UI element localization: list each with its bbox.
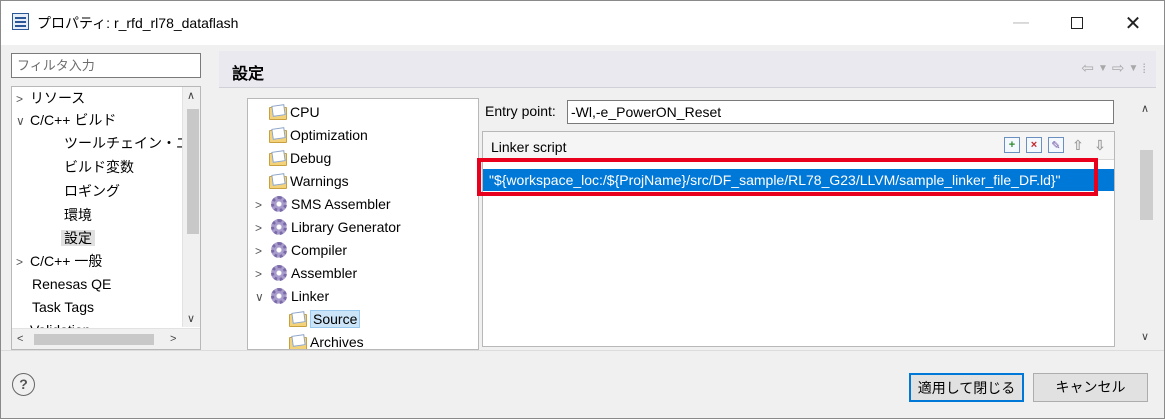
list-toolbar: + × ✎ ⇧ ⇩ [1004, 137, 1108, 153]
delete-icon[interactable]: × [1026, 137, 1042, 153]
linker-script-list: Linker script + × ✎ ⇧ ⇩ "${workspace_loc… [482, 131, 1115, 347]
move-down-icon[interactable]: ⇩ [1092, 137, 1108, 153]
gear-icon [271, 242, 287, 258]
tool-item-linker[interactable]: ∨ Linker [255, 285, 329, 308]
gear-icon [271, 219, 287, 235]
linker-script-label: Linker script [491, 139, 567, 155]
expand-icon[interactable]: > [255, 194, 271, 217]
cancel-button[interactable]: キャンセル [1033, 373, 1148, 402]
expand-icon[interactable]: > [255, 240, 271, 263]
maximize-button[interactable] [1054, 1, 1100, 45]
minimize-button[interactable]: — [998, 1, 1044, 45]
scroll-right-icon[interactable]: > [170, 333, 176, 345]
tree-item-resource[interactable]: > リソース [16, 87, 85, 109]
entry-point-label: Entry point: [485, 103, 556, 119]
folder-icon [269, 128, 287, 143]
tool-item-library-generator[interactable]: > Library Generator [255, 216, 401, 239]
tool-settings-tree: CPU Optimization Debug Warnings > SMS Ass… [247, 98, 479, 350]
scrollbar-thumb[interactable] [1140, 150, 1153, 220]
tree-item-settings[interactable]: 設定 [61, 227, 95, 249]
tool-item-optimization[interactable]: Optimization [269, 124, 368, 147]
scroll-down-icon[interactable]: ∨ [187, 312, 195, 325]
tool-item-linker-source[interactable]: Source [289, 308, 361, 331]
settings-header: 設定 ⇦ ▼ ⇨ ▼ ⁞ [219, 51, 1156, 88]
content-vertical-scrollbar[interactable]: ∧ ∨ [1137, 98, 1156, 350]
tool-item-compiler[interactable]: > Compiler [255, 239, 347, 262]
tool-item-cpu[interactable]: CPU [269, 101, 320, 124]
settings-content: CPU Optimization Debug Warnings > SMS Ass… [219, 88, 1156, 350]
back-menu-chevron-icon[interactable]: ▼ [1098, 63, 1108, 74]
collapse-icon[interactable]: ∨ [255, 286, 271, 309]
expand-icon[interactable]: > [16, 88, 30, 110]
navigation-buttons: ⇦ ▼ ⇨ ▼ ⁞ [1081, 59, 1145, 77]
gear-icon [271, 265, 287, 281]
folder-icon [269, 151, 287, 166]
tool-item-sms-assembler[interactable]: > SMS Assembler [255, 193, 391, 216]
folder-icon [289, 335, 307, 349]
filter-input[interactable] [11, 53, 201, 78]
scrollbar-thumb[interactable] [187, 109, 199, 234]
dialog-footer: ? 適用して閉じる キャンセル [1, 350, 1164, 418]
tree-item-environment[interactable]: 環境 [64, 204, 92, 226]
scroll-down-icon[interactable]: ∨ [1141, 330, 1149, 343]
folder-icon [289, 312, 307, 327]
close-button[interactable]: ✕ [1110, 1, 1156, 45]
expand-icon[interactable]: > [255, 217, 271, 240]
tool-item-warnings[interactable]: Warnings [269, 170, 349, 193]
forward-menu-chevron-icon[interactable]: ▼ [1128, 63, 1138, 74]
forward-arrow-icon[interactable]: ⇨ [1112, 59, 1125, 77]
properties-dialog: プロパティ: r_rfd_rl78_dataflash — ✕ >リソース ∨C… [0, 0, 1165, 419]
gear-icon [271, 288, 287, 304]
scroll-left-icon[interactable]: < [17, 333, 23, 345]
tree-item-cpp-general[interactable]: > C/C++ 一般 [16, 250, 102, 272]
property-category-tree: >リソース ∨C/C++ ビルド ツールチェイン・エディ ビルド変数 ロギング … [11, 86, 201, 350]
linker-script-header: Linker script + × ✎ ⇧ ⇩ [483, 132, 1114, 160]
linker-script-path-row[interactable]: "${workspace_loc:/${ProjName}/src/DF_sam… [483, 169, 1114, 191]
back-arrow-icon[interactable]: ⇦ [1081, 59, 1094, 77]
tool-item-assembler[interactable]: > Assembler [255, 262, 357, 285]
tree-item-logging[interactable]: ロギング [64, 180, 120, 202]
scroll-up-icon[interactable]: ∧ [1141, 102, 1149, 115]
properties-icon [12, 13, 29, 30]
page-title: 設定 [232, 66, 265, 83]
tool-item-debug[interactable]: Debug [269, 147, 331, 170]
add-icon[interactable]: + [1004, 137, 1020, 153]
scrollbar-thumb[interactable] [34, 334, 154, 345]
entry-point-input[interactable] [567, 100, 1114, 124]
folder-icon [269, 174, 287, 189]
folder-icon [269, 105, 287, 120]
gear-icon [271, 196, 287, 212]
tool-item-linker-archives[interactable]: Archives [289, 331, 364, 349]
title-bar: プロパティ: r_rfd_rl78_dataflash — ✕ [1, 1, 1164, 45]
view-menu-icon[interactable]: ⁞ [1142, 61, 1145, 76]
scroll-up-icon[interactable]: ∧ [187, 89, 195, 102]
tree-item-renesas-qe[interactable]: Renesas QE [32, 273, 111, 295]
window-title: プロパティ: r_rfd_rl78_dataflash [37, 15, 239, 31]
apply-and-close-button[interactable]: 適用して閉じる [909, 373, 1024, 402]
expand-icon[interactable]: > [16, 251, 30, 273]
tree-item-task-tags[interactable]: Task Tags [32, 296, 94, 318]
maximize-icon [1071, 17, 1083, 29]
tree-horizontal-scrollbar[interactable]: < > [12, 328, 200, 349]
collapse-icon[interactable]: ∨ [16, 110, 30, 132]
tree-item-cpp-build[interactable]: ∨ C/C++ ビルド [16, 109, 116, 131]
help-icon[interactable]: ? [12, 373, 35, 396]
tree-vertical-scrollbar[interactable]: ∧ ∨ [182, 87, 200, 327]
tree-item-build-variables[interactable]: ビルド変数 [64, 156, 134, 178]
edit-icon[interactable]: ✎ [1048, 137, 1064, 153]
expand-icon[interactable]: > [255, 263, 271, 286]
tree-item-toolchain-editor[interactable]: ツールチェイン・エディ [64, 132, 200, 154]
move-up-icon[interactable]: ⇧ [1070, 137, 1086, 153]
